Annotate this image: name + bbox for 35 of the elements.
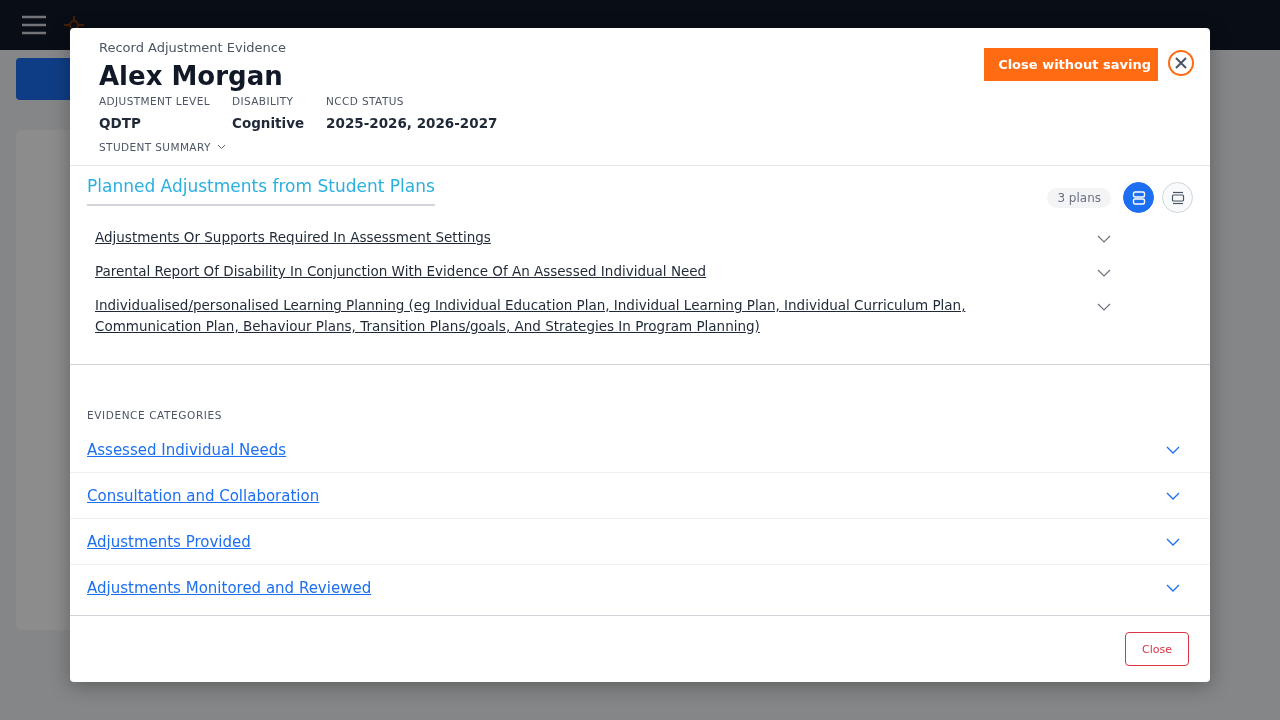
student-name: Alex Morgan (99, 61, 284, 91)
chevron-icon[interactable] (1166, 445, 1180, 454)
rows-icon (1131, 190, 1146, 205)
chevron-icon[interactable] (1166, 491, 1180, 500)
menu-icon[interactable] (21, 15, 47, 35)
category-link[interactable]: Assessed Individual Needs (87, 440, 287, 459)
plan-link[interactable]: Adjustments Or Supports Required In Assessment Settings (95, 227, 491, 248)
detail-value: QDTP (99, 115, 142, 131)
category-link[interactable]: Consultation and Collaboration (87, 486, 320, 505)
chevron-icon[interactable] (1166, 537, 1180, 546)
close-icon[interactable] (1168, 50, 1194, 76)
detail-value: Cognitive (232, 115, 305, 131)
modal-subtitle: Record Adjustment Evidence (99, 40, 287, 55)
chevron-icon[interactable] (1097, 303, 1111, 311)
section-label: EVIDENCE CATEGORIES (86, 409, 224, 421)
plan-link[interactable]: Individualised/personalised Learning Planning (eg Individual Education Plan, Individual Learning Plan, Individual Curriculum Plan, Communication Plan, Behaviour Plans, Transition Plans/goals, And Strategies In Program Planning) (95, 295, 995, 337)
category-link[interactable]: Adjustments Monitored and Reviewed (87, 578, 372, 597)
chevron-icon (216, 144, 226, 150)
detail-label: DISABILITY (232, 95, 295, 107)
student-summary-toggle[interactable]: STUDENT SUMMARY (99, 141, 226, 153)
detail-value: 2025-2026, 2026-2027 (326, 115, 498, 131)
single-view-button[interactable] (1162, 182, 1193, 213)
section-title: Planned Adjustments from Student Plans (87, 176, 435, 206)
close-button[interactable]: Close (1125, 632, 1189, 666)
panel-icon (1170, 190, 1185, 205)
plan-link[interactable]: Parental Report Of Disability In Conjunction With Evidence Of An Assessed Individual Need (95, 261, 707, 282)
category-link[interactable]: Adjustments Provided (87, 532, 251, 551)
detail-label: NCCD STATUS (326, 95, 405, 107)
chevron-icon[interactable] (1097, 235, 1111, 243)
detail-label: ADJUSTMENT LEVEL (99, 95, 210, 107)
stacked-view-button[interactable] (1123, 182, 1154, 213)
chevron-icon[interactable] (1166, 583, 1180, 592)
close-without-saving-button[interactable]: Close without saving (984, 48, 1158, 81)
plans-count-badge: 3 plans (1047, 187, 1111, 208)
chevron-icon[interactable] (1097, 269, 1111, 277)
